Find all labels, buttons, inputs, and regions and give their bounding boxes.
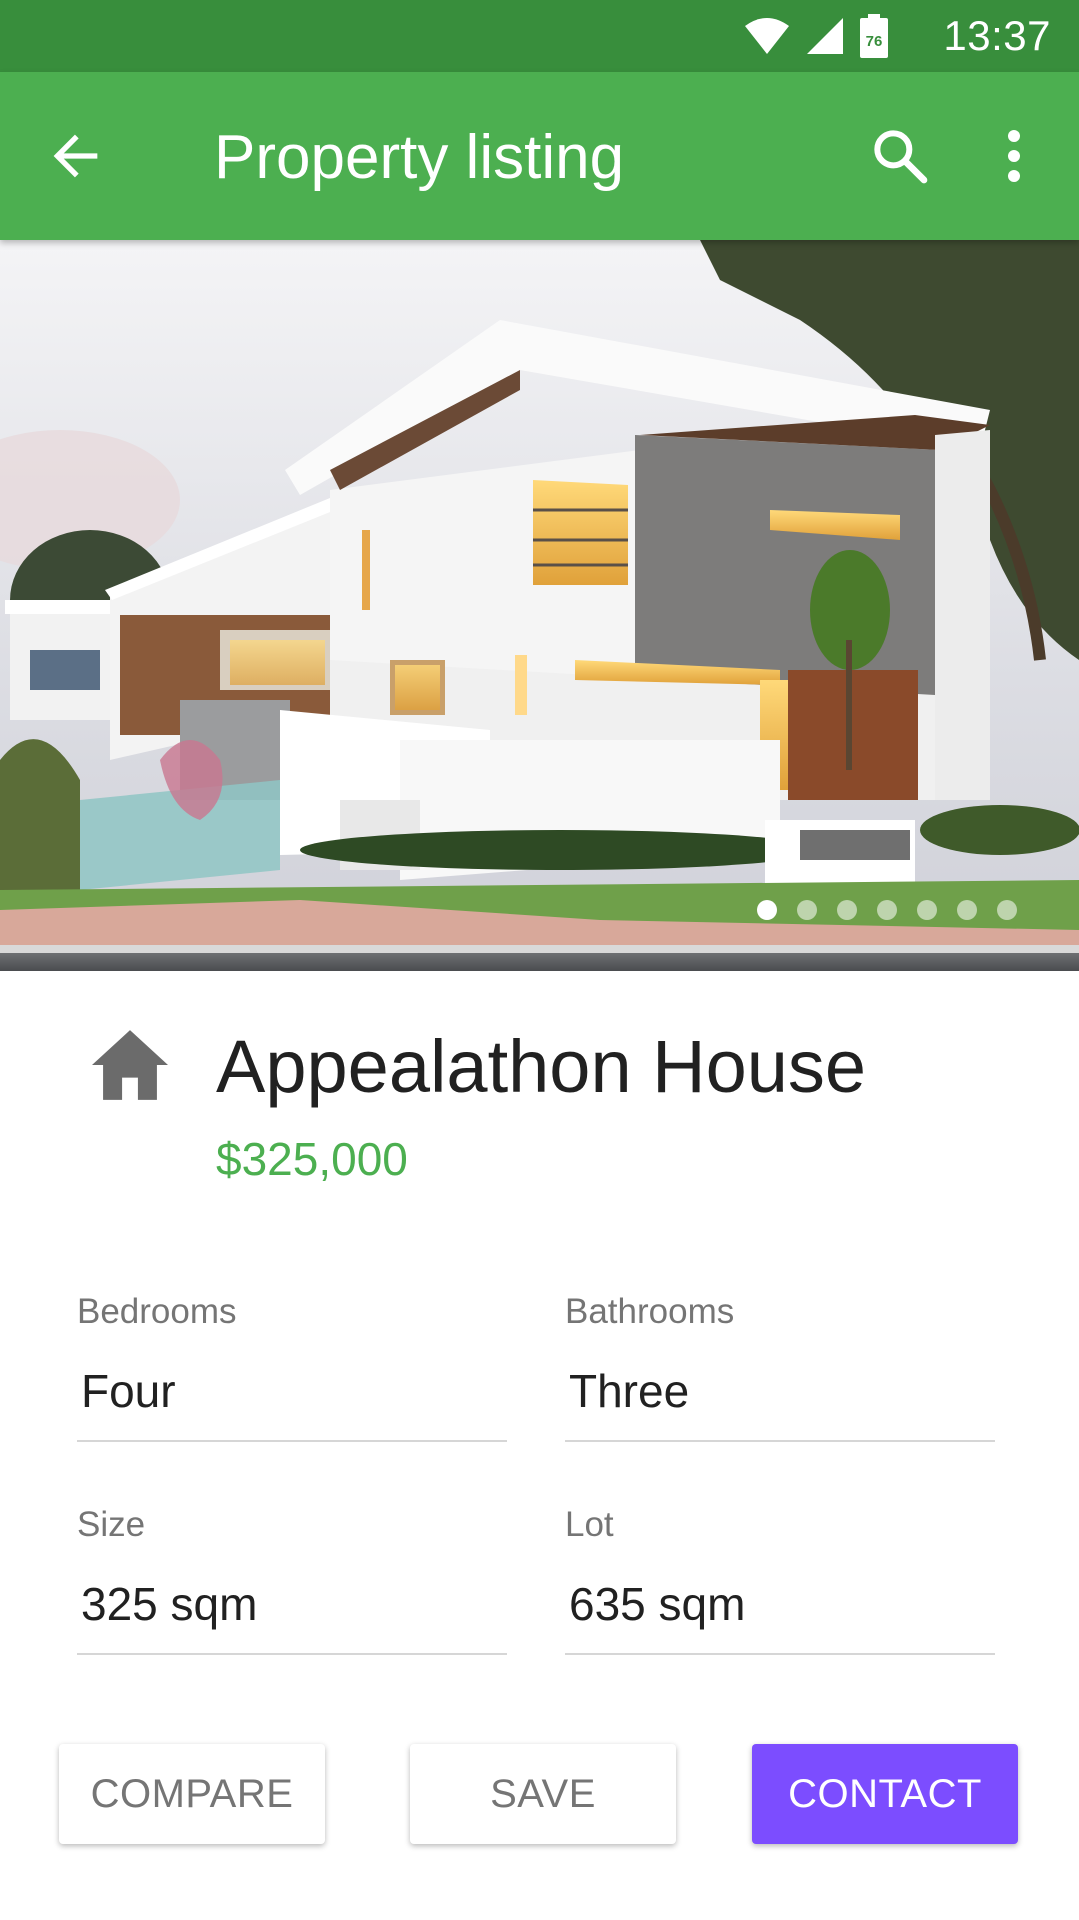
field-label: Bedrooms [77, 1292, 237, 1331]
field-value: 635 sqm [569, 1578, 746, 1630]
field-label: Bathrooms [565, 1292, 735, 1331]
carousel-dot[interactable] [797, 900, 817, 920]
carousel-dot[interactable] [877, 900, 897, 920]
bedrooms-field[interactable]: Bedrooms Four [77, 1292, 507, 1442]
property-photo[interactable] [0, 240, 1079, 971]
carousel-dot[interactable] [917, 900, 937, 920]
field-underline [565, 1440, 995, 1442]
overflow-menu-button[interactable] [990, 124, 1038, 188]
page-title: Property listing [214, 123, 625, 192]
field-label: Lot [565, 1505, 614, 1544]
battery-icon: 76 [860, 14, 888, 58]
back-button[interactable] [44, 124, 108, 188]
property-price: $325,000 [216, 1133, 408, 1185]
wifi-icon [745, 18, 789, 54]
search-button[interactable] [868, 124, 932, 188]
status-bar: 76 13:37 [0, 0, 1079, 72]
status-time: 13:37 [943, 12, 1051, 59]
signal-icon [807, 18, 843, 54]
house-photo [0, 240, 1079, 971]
home-icon [92, 1030, 168, 1100]
field-value: 325 sqm [81, 1578, 258, 1630]
search-icon [874, 130, 928, 184]
lot-field[interactable]: Lot 635 sqm [565, 1505, 995, 1655]
field-underline [565, 1653, 995, 1655]
bathrooms-field[interactable]: Bathrooms Three [565, 1292, 995, 1442]
arrow-back-icon [53, 134, 98, 178]
field-label: Size [77, 1505, 146, 1544]
size-field[interactable]: Size 325 sqm [77, 1505, 507, 1655]
more-vert-icon [1008, 130, 1020, 182]
contact-button[interactable]: CONTACT [752, 1744, 1018, 1844]
status-icons: 76 [743, 14, 889, 58]
field-value: Three [569, 1365, 690, 1417]
carousel-indicator [757, 900, 1017, 920]
svg-text:76: 76 [866, 33, 883, 50]
carousel-dot[interactable] [957, 900, 977, 920]
field-underline [77, 1440, 507, 1442]
carousel-dot[interactable] [997, 900, 1017, 920]
compare-button[interactable]: COMPARE [59, 1744, 325, 1844]
carousel-dot[interactable] [757, 900, 777, 920]
carousel-dot[interactable] [837, 900, 857, 920]
field-value: Four [81, 1365, 176, 1417]
save-button[interactable]: SAVE [410, 1744, 676, 1844]
field-underline [77, 1653, 507, 1655]
app-bar: Property listing [0, 72, 1079, 240]
property-name: Appealathon House [216, 1025, 867, 1108]
